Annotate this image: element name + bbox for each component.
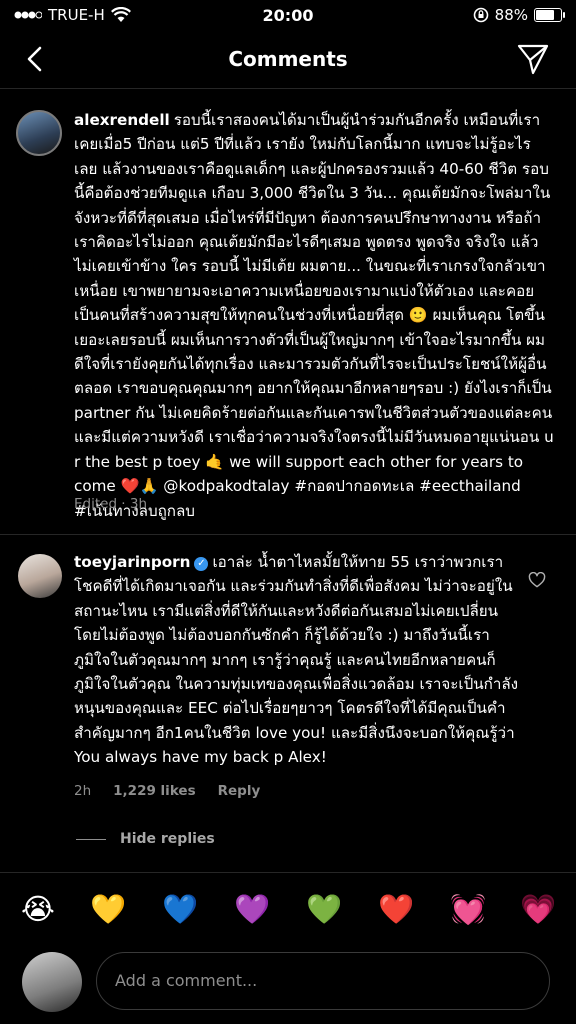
avatar[interactable]: [18, 554, 62, 598]
emoji-button[interactable]: 💓: [450, 891, 486, 927]
hide-replies-label: Hide replies: [120, 831, 215, 847]
emoji-button[interactable]: 💚: [306, 891, 342, 927]
caption-text-block: alexrendell รอบนี้เราสองคนได้มาเป็นผู้นำร…: [74, 108, 554, 523]
avatar[interactable]: [16, 110, 62, 156]
emoji-button[interactable]: ❤️: [378, 891, 414, 927]
list-item: toeyjarinporn ✓ เอาล่ะ น้ำตาไหลมั้ยให้ทาย …: [0, 540, 576, 870]
battery-percent: 88%: [494, 6, 528, 24]
caption-meta: Edited · 3h: [74, 496, 147, 512]
like-heart-icon[interactable]: [528, 572, 546, 588]
post-caption: alexrendell รอบนี้เราสองคนได้มาเป็นผู้นำร…: [0, 92, 576, 535]
emoji-bar: 😭 💛 💙 💜 💚 ❤️ 💓 💗: [0, 872, 576, 943]
page-title: Comments: [228, 47, 348, 71]
comment-input[interactable]: Add a comment...: [96, 952, 550, 1010]
comment-time: 2h: [74, 783, 92, 799]
verified-badge-icon: ✓: [194, 557, 209, 571]
divider: [76, 838, 106, 840]
avatar: [22, 952, 82, 1012]
orientation-lock-icon: [473, 7, 488, 23]
header: Comments: [0, 32, 576, 89]
caption-text: รอบนี้เราสองคนได้มาเป็นผู้นำร่วมกันอีกคร…: [74, 111, 554, 520]
battery-icon: [534, 8, 565, 22]
emoji-button[interactable]: 💛: [90, 891, 126, 927]
emoji-button[interactable]: 💜: [234, 891, 270, 927]
direct-message-icon[interactable]: [516, 42, 550, 76]
comment-text-block: toeyjarinporn ✓ เอาล่ะ น้ำตาไหลมั้ยให้ทาย …: [74, 550, 524, 770]
emoji-button[interactable]: 💙: [162, 891, 198, 927]
comment-composer: Add a comment...: [0, 944, 576, 1024]
username[interactable]: alexrendell: [74, 111, 170, 129]
emoji-button[interactable]: 💗: [520, 891, 556, 927]
edited-time: Edited · 3h: [74, 496, 148, 512]
comment-meta: 2h 1,229 likes Reply: [74, 783, 260, 799]
username[interactable]: toeyjarinporn: [74, 553, 190, 571]
reply-button[interactable]: Reply: [218, 783, 261, 799]
hide-replies-button[interactable]: Hide replies: [76, 831, 215, 847]
comment-text: เอาล่ะ น้ำตาไหลมั้ยให้ทาย 55 เราว่าพวกเร…: [74, 553, 519, 767]
likes-count[interactable]: 1,229 likes: [113, 783, 195, 799]
emoji-button[interactable]: 😭: [20, 891, 56, 927]
status-bar: TRUE-H 20:00 88%: [0, 0, 576, 32]
